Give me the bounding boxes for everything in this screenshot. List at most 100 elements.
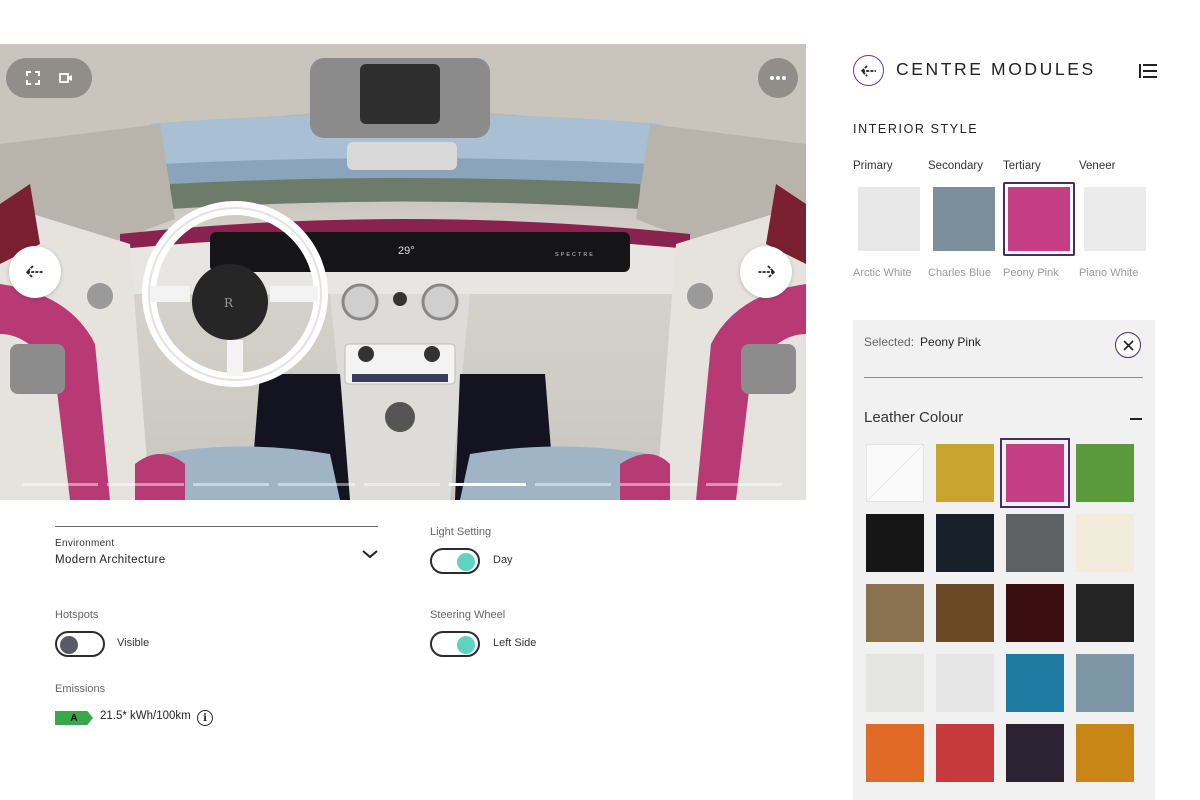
leather-swatch[interactable] (860, 508, 930, 578)
emissions-value: 21.5* kWh/100km (100, 710, 191, 722)
leather-swatch[interactable] (860, 718, 930, 788)
style-option-veneer[interactable]: Veneer Piano White (1079, 160, 1151, 279)
leather-swatch-colour (866, 514, 924, 572)
leather-swatch-colour (866, 444, 924, 502)
divider (864, 377, 1143, 378)
configurator-panel: CENTRE MODULES INTERIOR STYLE Primary Arc… (806, 0, 1200, 800)
leather-swatch[interactable] (1070, 648, 1140, 718)
leather-swatch[interactable] (1070, 718, 1140, 788)
style-option-secondary[interactable]: Secondary Charles Blue (928, 160, 1000, 279)
style-category: Primary (853, 160, 893, 172)
leather-swatch-colour (936, 444, 994, 502)
selected-label: Selected: (864, 335, 915, 349)
style-swatch-frame[interactable] (1003, 182, 1075, 256)
next-view-button[interactable] (740, 246, 792, 298)
back-button[interactable] (853, 55, 884, 86)
progress-segment[interactable] (192, 483, 270, 486)
leather-colour-grid (860, 438, 1148, 788)
leather-swatch-colour (1006, 654, 1064, 712)
leather-swatch-colour (936, 654, 994, 712)
viewer-settings: Environment Modern Architecture Light Se… (0, 500, 806, 800)
leather-swatch[interactable] (1070, 438, 1140, 508)
leather-swatch-colour (1076, 514, 1134, 572)
leather-swatch[interactable] (860, 648, 930, 718)
leather-swatch-colour (866, 584, 924, 642)
leather-swatch[interactable] (930, 508, 1000, 578)
style-option-tertiary[interactable]: Tertiary Peony Pink (1003, 160, 1075, 279)
previous-view-button[interactable] (9, 246, 61, 298)
style-swatch (858, 187, 920, 251)
progress-segment[interactable] (22, 483, 99, 486)
leather-swatch[interactable] (930, 438, 1000, 508)
leather-swatch[interactable] (1070, 578, 1140, 648)
style-category: Veneer (1079, 160, 1116, 172)
selected-value: Peony Pink (920, 335, 981, 349)
progress-segment[interactable] (278, 483, 355, 486)
leather-swatch[interactable] (1000, 718, 1070, 788)
light-setting-toggle[interactable] (430, 548, 480, 574)
leather-swatch[interactable] (930, 648, 1000, 718)
arrow-right-icon (758, 265, 775, 279)
info-icon[interactable]: i (197, 710, 213, 726)
more-options-button[interactable] (758, 58, 798, 98)
more-dots-icon (767, 67, 789, 89)
environment-dropdown[interactable]: Environment Modern Architecture (55, 526, 378, 566)
leather-swatch-colour (1006, 584, 1064, 642)
leather-colour-panel: Selected: Peony Pink Leather Colour (853, 320, 1155, 800)
light-setting-label: Light Setting (430, 526, 492, 538)
leather-swatch-colour (1006, 514, 1064, 572)
hotspots-toggle[interactable] (55, 631, 105, 657)
video-camera-icon[interactable] (55, 67, 77, 89)
panel-title: CENTRE MODULES (896, 59, 1096, 79)
leather-swatch[interactable] (930, 718, 1000, 788)
style-swatch-frame[interactable] (853, 182, 925, 256)
leather-swatch[interactable] (860, 438, 930, 508)
progress-segment[interactable] (107, 483, 184, 486)
screen-temperature: 29° (398, 245, 415, 257)
list-menu-icon[interactable] (1139, 63, 1157, 79)
environment-value: Modern Architecture (55, 554, 166, 566)
chevron-down-icon (362, 550, 378, 559)
environment-label: Environment (55, 538, 115, 549)
style-swatch-frame[interactable] (928, 182, 1000, 256)
style-option-primary[interactable]: Primary Arctic White (853, 160, 925, 279)
emissions-rating-badge: A (55, 711, 93, 725)
leather-swatch[interactable] (1000, 648, 1070, 718)
leather-swatch-colour (866, 654, 924, 712)
collapse-minus-icon[interactable] (1130, 418, 1142, 420)
leather-swatch-colour (1006, 444, 1064, 502)
progress-segment[interactable] (449, 483, 526, 486)
progress-segment[interactable] (705, 483, 782, 486)
leather-swatch-colour (936, 514, 994, 572)
style-colour-name: Arctic White (853, 267, 912, 279)
style-category: Secondary (928, 160, 983, 172)
arrow-left-icon (860, 64, 876, 77)
steering-wheel-label: Steering Wheel (430, 609, 506, 621)
style-swatch (1084, 187, 1146, 251)
close-icon (1122, 339, 1134, 351)
progress-segment[interactable] (620, 483, 697, 486)
close-button[interactable] (1115, 332, 1141, 358)
leather-swatch[interactable] (860, 578, 930, 648)
leather-colour-title: Leather Colour (864, 409, 964, 426)
leather-swatch[interactable] (1000, 508, 1070, 578)
leather-swatch-colour (1006, 724, 1064, 782)
leather-swatch-colour (866, 724, 924, 782)
hotspots-label: Hotspots (55, 609, 99, 621)
leather-swatch[interactable] (1000, 438, 1070, 508)
arrow-left-icon (26, 265, 43, 279)
steering-wheel-toggle[interactable] (430, 631, 480, 657)
progress-segment[interactable] (363, 483, 441, 486)
screen-brand: SPECTRE (555, 252, 595, 258)
hotspots-value: Visible (117, 637, 150, 649)
leather-swatch[interactable] (930, 578, 1000, 648)
car-interior-viewer[interactable]: 29° SPECTRE R (0, 44, 806, 500)
leather-swatch-colour (1076, 654, 1134, 712)
progress-segment[interactable] (534, 483, 612, 486)
interior-render: 29° SPECTRE R (0, 44, 806, 500)
leather-swatch[interactable] (1000, 578, 1070, 648)
style-swatch-frame[interactable] (1079, 182, 1151, 256)
leather-swatch[interactable] (1070, 508, 1140, 578)
fullscreen-icon[interactable] (22, 67, 44, 89)
interior-style-heading: INTERIOR STYLE (853, 122, 979, 136)
